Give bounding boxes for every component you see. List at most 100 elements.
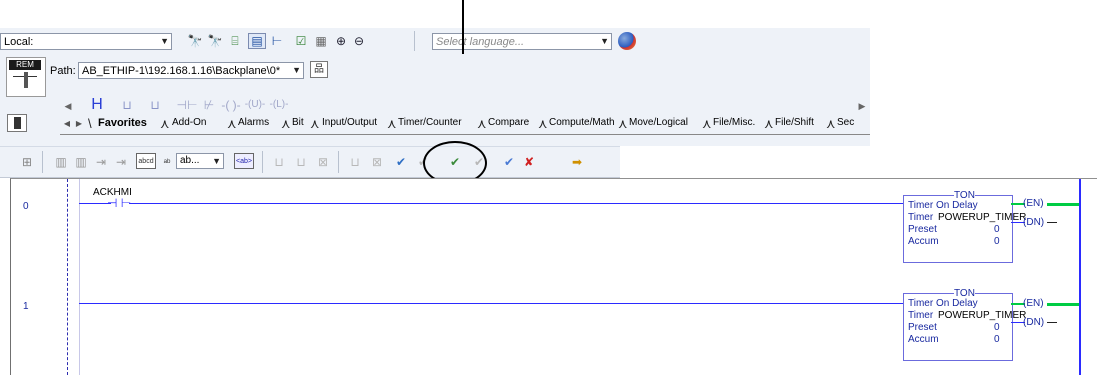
preset-value[interactable]: 0 bbox=[994, 224, 1000, 235]
ladder-editor[interactable]: 0 ACKHMI ⊣ ⊢ TON Timer On Delay Timer PO… bbox=[10, 178, 1097, 375]
local-combo-value: Local: bbox=[4, 36, 34, 48]
verify-icon[interactable]: ▤ bbox=[248, 33, 266, 49]
preset-value[interactable]: 0 bbox=[994, 322, 1000, 333]
alias-icon[interactable]: <ab> bbox=[234, 153, 254, 169]
dn-wire-out bbox=[1047, 222, 1057, 223]
language-placeholder: Select language... bbox=[436, 36, 525, 48]
zoom-in-icon[interactable]: ⊕ bbox=[332, 33, 350, 49]
zoom-out-icon[interactable]: ⊖ bbox=[350, 33, 368, 49]
delete-edits-icon[interactable]: ✘ bbox=[520, 154, 538, 170]
test-edits-icon[interactable]: ✔ bbox=[392, 154, 410, 170]
preset-label: Preset bbox=[908, 224, 937, 235]
accum-value[interactable]: 0 bbox=[994, 334, 1000, 345]
assemble-program-edits-icon[interactable]: ✔ bbox=[500, 154, 518, 170]
en-wire-out bbox=[1047, 303, 1079, 306]
en-label: EN bbox=[1026, 298, 1041, 309]
accept-pending-icon[interactable]: ⊔ bbox=[292, 154, 310, 170]
tab-timer-counter[interactable]: Timer/Counter bbox=[398, 117, 462, 131]
dn-label: DN bbox=[1026, 217, 1041, 228]
branch-icon[interactable]: ⊔ bbox=[116, 96, 138, 114]
en-wire-out bbox=[1047, 203, 1079, 206]
start-pending-icon[interactable]: ⊔ bbox=[270, 154, 288, 170]
left-power-rail bbox=[67, 179, 68, 375]
rung-icon[interactable]: H bbox=[86, 96, 108, 114]
find-next-icon[interactable]: 🔭 bbox=[206, 33, 224, 49]
path-combo[interactable]: AB_ETHIP-1\192.168.1.16\Backplane\0* ▼ bbox=[78, 62, 304, 79]
network-icon[interactable]: 品 bbox=[310, 61, 328, 78]
abcd-icon[interactable]: abcd bbox=[136, 153, 156, 169]
right-power-rail bbox=[1079, 179, 1081, 375]
en-label: EN bbox=[1026, 198, 1041, 209]
xic-contact[interactable]: ⊣ ⊢ bbox=[107, 196, 131, 210]
accum-value[interactable]: 0 bbox=[994, 236, 1000, 247]
ton-title: Timer On Delay bbox=[908, 200, 978, 211]
en-output: (EN) bbox=[1023, 298, 1044, 309]
local-combo[interactable]: Local: ▼ bbox=[0, 33, 172, 50]
tab-add-on[interactable]: Add-On bbox=[172, 117, 206, 131]
top-toolbar: Local: ▼ 🔭 🔭 ⌸ ▤ ⊢ ☑ ▦ ⊕ ⊖ Select langua… bbox=[0, 28, 870, 55]
path-value: AB_ETHIP-1\192.168.1.16\Backplane\0* bbox=[82, 65, 281, 77]
finalize-edits-icon[interactable]: ➡ bbox=[568, 154, 586, 170]
tab-file-misc[interactable]: File/Misc. bbox=[713, 117, 755, 131]
properties-icon[interactable]: ▦ bbox=[312, 33, 330, 49]
tab-alarms[interactable]: Alarms bbox=[238, 117, 269, 131]
toggle-2-icon[interactable]: ▥ bbox=[72, 154, 90, 170]
cancel-edits-icon[interactable]: ⊠ bbox=[368, 154, 386, 170]
ladder-edit-toolbar: ⊞ ▥ ▥ ⇥ ⇥ abcd ᵃᵇ ab... ▼ <ab> ⊔ ⊔ ⊠ ⊔ ⊠… bbox=[0, 146, 620, 178]
tab-menu-icon[interactable] bbox=[7, 114, 27, 132]
online-bar: REM Path: AB_ETHIP-1\192.168.1.16\Backpl… bbox=[0, 54, 870, 146]
edit-props-icon[interactable]: ☑ bbox=[292, 33, 310, 49]
rung-wire bbox=[79, 303, 905, 304]
tab-compute-math[interactable]: Compute/Math bbox=[549, 117, 615, 131]
rung-wire bbox=[129, 203, 905, 204]
xic-icon[interactable]: ⊣⊢ bbox=[176, 96, 198, 114]
tab-file-shift[interactable]: File/Shift bbox=[775, 117, 814, 131]
element-combo[interactable]: ab... ▼ bbox=[176, 153, 224, 169]
ton-block[interactable]: TON Timer On Delay Timer POWERUP_TIMER P… bbox=[903, 288, 1026, 361]
xio-icon[interactable]: ⊬ bbox=[198, 96, 220, 114]
chevron-down-icon: ▼ bbox=[292, 65, 301, 75]
chevron-down-icon: ▼ bbox=[212, 156, 221, 166]
step-in-icon[interactable]: ⇥ bbox=[92, 154, 110, 170]
timer-label: Timer bbox=[908, 310, 934, 321]
otu-icon[interactable]: -(U)- bbox=[244, 96, 266, 114]
accum-label: Accum bbox=[908, 334, 939, 345]
scroll-left-icon[interactable]: ◀ bbox=[62, 98, 74, 114]
dn-label: DN bbox=[1026, 317, 1041, 328]
dn-output: (DN) bbox=[1023, 317, 1045, 328]
rung-number: 1 bbox=[23, 301, 29, 312]
preset-label: Preset bbox=[908, 322, 937, 333]
tab-favorites[interactable]: Favorites bbox=[98, 117, 147, 131]
tab-compare[interactable]: Compare bbox=[488, 117, 529, 131]
step-out-icon[interactable]: ⇥ bbox=[112, 154, 130, 170]
rung-comment-icon[interactable]: ⊞ bbox=[18, 154, 36, 170]
tab-sec[interactable]: Sec bbox=[837, 117, 854, 131]
tab-bit[interactable]: Bit bbox=[292, 117, 304, 131]
otl-icon[interactable]: -(L)- bbox=[268, 96, 290, 114]
chevron-down-icon: ▼ bbox=[160, 36, 169, 46]
tab-scroll-left-icon[interactable]: ◀ bbox=[62, 117, 72, 131]
find-icon[interactable]: 🔭 bbox=[186, 33, 204, 49]
toggle-icon[interactable]: ▥ bbox=[52, 154, 70, 170]
rem-label: REM bbox=[9, 60, 41, 70]
timer-tag[interactable]: POWERUP_TIMER bbox=[938, 310, 1026, 321]
controller-status-icon: REM bbox=[6, 57, 46, 97]
dn-wire-out bbox=[1047, 322, 1057, 323]
cancel-pending-icon[interactable]: ⊠ bbox=[314, 154, 332, 170]
tree-icon[interactable]: ⊢ bbox=[268, 33, 286, 49]
scroll-right-icon[interactable]: ▶ bbox=[856, 98, 868, 114]
globe-icon[interactable] bbox=[618, 32, 636, 50]
language-select[interactable]: Select language... ▼ bbox=[432, 33, 612, 50]
tab-scroll-right-icon[interactable]: ▶ bbox=[74, 117, 84, 131]
assemble-icon[interactable]: ⊔ bbox=[346, 154, 364, 170]
rung-number: 0 bbox=[23, 201, 29, 212]
tab-move-logical[interactable]: Move/Logical bbox=[629, 117, 688, 131]
ascii-icon[interactable]: ᵃᵇ bbox=[160, 154, 174, 170]
branch-level-icon[interactable]: ⊔ bbox=[144, 96, 166, 114]
dn-output: (DN) bbox=[1023, 217, 1045, 228]
ton-block[interactable]: TON Timer On Delay Timer POWERUP_TIMER P… bbox=[903, 190, 1026, 263]
tab-input-output[interactable]: Input/Output bbox=[322, 117, 377, 131]
cross-reference-icon[interactable]: ⌸ bbox=[226, 33, 244, 49]
ote-icon[interactable]: -( )- bbox=[220, 96, 242, 114]
ton-title: Timer On Delay bbox=[908, 298, 978, 309]
